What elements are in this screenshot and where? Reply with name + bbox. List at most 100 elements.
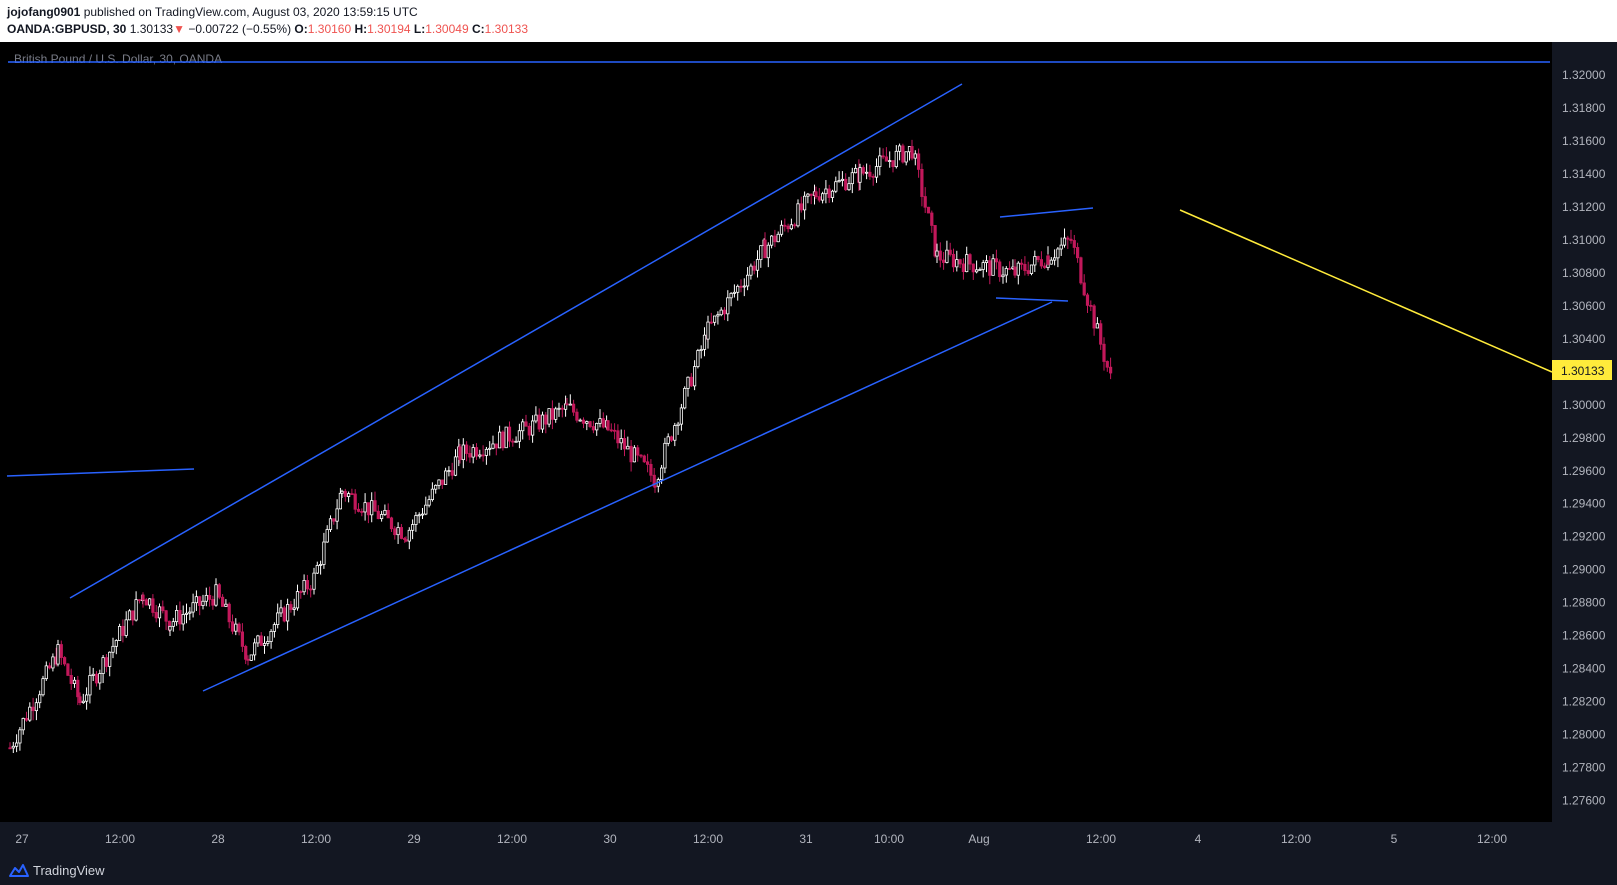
candle-body [230,621,235,632]
candle-body [984,260,989,264]
candle-body [729,292,733,299]
candle-body [217,584,221,598]
candle-body [699,349,703,351]
candle-body [749,265,753,276]
candle-body [971,263,975,273]
candle-body [759,245,763,260]
candle-body [59,644,63,658]
candle-body [676,423,680,426]
candle-body [85,694,89,702]
high-value: 1.30194 [367,22,411,36]
candle-body [151,598,155,613]
candle-body [56,644,60,665]
candle-body [619,438,623,444]
current-price-label: 1.30133 [1561,364,1605,378]
candle-body [224,603,228,607]
price-chart[interactable]: British Pound / U.S. Dollar, 30, OANDA 1… [0,42,1617,856]
close-value: 1.30133 [484,22,529,36]
candle-body [1036,256,1040,260]
candle-body [824,188,828,195]
candle-body [21,717,25,731]
candle-body [450,470,454,476]
candle-body [227,603,231,623]
candle-body [484,448,489,456]
price-tick-label: 1.29800 [1562,431,1606,445]
price-tick-label: 1.27600 [1562,794,1606,808]
candle-body [407,529,411,542]
candle-body [340,490,344,494]
candle-body [501,431,505,449]
brand-name[interactable]: TradingView [33,863,105,878]
candle-body [809,193,813,196]
time-tick-label: 28 [211,832,225,846]
candle-body [961,263,966,273]
candle-body [363,502,367,513]
candle-body [141,594,145,601]
candle-body [598,418,602,424]
candle-body [78,696,82,703]
candle-body [1043,265,1047,268]
candle-body [904,151,908,163]
candle-body [868,171,872,177]
candle-body [137,599,141,602]
candle-body [127,610,132,621]
candle-body [821,193,825,201]
candle-body [991,258,995,276]
candle-body [373,500,377,512]
candle-body [881,155,885,158]
candle-body [1076,247,1080,259]
candle-body [121,626,125,636]
candle-body [312,572,316,590]
candle-body [517,430,522,442]
time-tick-label: 10:00 [874,832,904,846]
candle-body [481,454,485,457]
candle-body [488,447,492,450]
candle-body [783,224,787,227]
candle-body [164,610,168,622]
candle-body [338,492,343,510]
candle-body [874,166,879,178]
candle-body [1095,323,1099,329]
candle-body [663,442,667,469]
candle-body [894,150,898,168]
candle-body [157,606,162,619]
candle-body [38,694,42,704]
candle-body [453,456,458,476]
candle-body [81,700,85,703]
candle-body [325,529,329,543]
candle-body [803,195,807,211]
candle-body [318,564,323,566]
candle-body [726,297,730,315]
candle-body [1016,262,1020,276]
candle-body [31,706,35,712]
candle-body [572,403,576,413]
price-tick-label: 1.28000 [1562,728,1606,742]
candle-body [350,493,354,495]
plot-area[interactable] [0,42,1552,822]
candle-body [118,626,122,641]
time-tick-label: 12:00 [497,832,527,846]
tradingview-logo-icon[interactable] [8,862,30,878]
candle-body [565,403,569,406]
candle-body [920,169,924,197]
candle-body [404,539,408,542]
high-label: H: [354,22,368,36]
candle-body [266,641,270,644]
candle-body [28,706,32,721]
candle-body [346,493,351,497]
candle-body [44,665,48,680]
candle-body [858,167,862,183]
candle-body [673,425,677,441]
candle-body [732,291,737,294]
candle-body [269,630,273,642]
candle-body [1029,264,1034,274]
author-name[interactable]: jojofang0901 [7,5,80,19]
candle-body [1001,274,1005,278]
candle-body [766,244,770,259]
candle-body [104,657,108,667]
candle-body [379,514,384,520]
candle-body [861,167,865,174]
candle-body [246,658,250,661]
candle-body [178,610,182,625]
candle-body [1105,361,1109,368]
